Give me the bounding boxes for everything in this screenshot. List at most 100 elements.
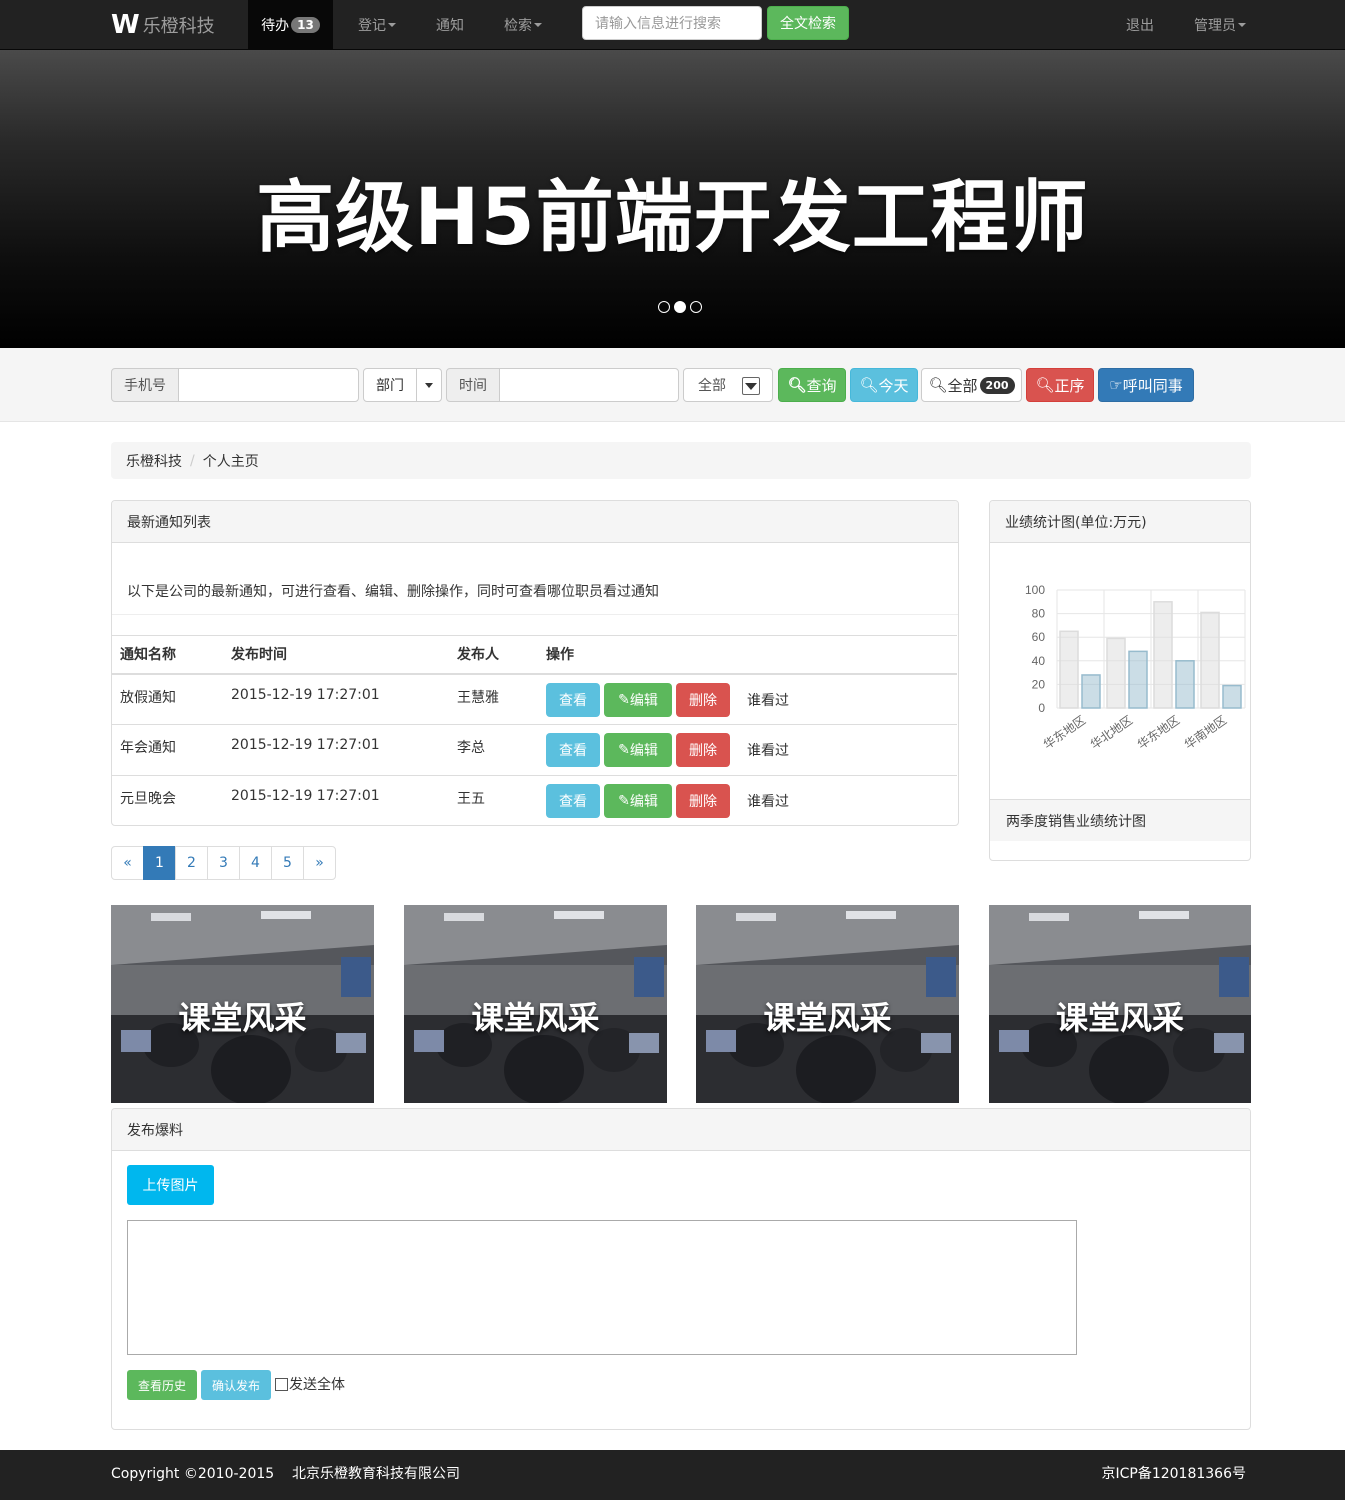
- x-tick-label: 华东地区: [1135, 713, 1182, 752]
- y-tick-label: 0: [1038, 701, 1045, 715]
- bar: [1153, 601, 1173, 709]
- sort-label: 正序: [1054, 376, 1085, 395]
- call-colleague-button[interactable]: ☞ 呼叫同事: [1098, 368, 1194, 402]
- delete-button[interactable]: 删除: [676, 784, 730, 818]
- who-viewed-button[interactable]: 谁看过: [734, 682, 802, 717]
- scope-select[interactable]: 全部: [683, 368, 773, 402]
- chevron-down-icon: [388, 23, 396, 27]
- chart-panel-title: 业绩统计图(单位:万元): [990, 501, 1250, 543]
- hand-point-icon: ☞: [1109, 376, 1123, 394]
- carousel-dot-active[interactable]: [674, 301, 686, 313]
- dept-dropdown-toggle[interactable]: [416, 368, 442, 402]
- delete-button[interactable]: 删除: [676, 733, 730, 767]
- send-all-checkbox[interactable]: [275, 1377, 288, 1391]
- delete-button[interactable]: 删除: [676, 682, 730, 717]
- divider: [112, 614, 958, 615]
- page-2[interactable]: 2: [175, 846, 208, 880]
- edit-label: 编辑: [629, 692, 658, 709]
- who-viewed-button[interactable]: 谁看过: [734, 733, 802, 767]
- dept-button[interactable]: 部门: [363, 368, 417, 402]
- notice-description: 以下是公司的最新通知，可进行查看、编辑、删除操作，同时可查看哪位职员看过通知: [127, 584, 659, 600]
- today-button[interactable]: 🔍︎ 今天: [850, 368, 918, 402]
- search-icon: 🔍︎: [928, 376, 948, 394]
- page-prev[interactable]: «: [111, 846, 144, 880]
- chevron-down-icon: [425, 382, 433, 388]
- phone-label: 手机号: [111, 368, 179, 402]
- chevron-down-icon: [534, 23, 542, 27]
- logout-link[interactable]: 退出: [1126, 0, 1154, 50]
- admin-menu[interactable]: 管理员: [1194, 0, 1246, 50]
- all-button[interactable]: 🔍︎ 全部 200: [921, 368, 1022, 402]
- query-button[interactable]: 🔍︎ 查询: [778, 368, 846, 402]
- edit-button[interactable]: ✎ 编辑: [604, 784, 672, 818]
- breadcrumb-item-current: 个人主页: [202, 453, 259, 470]
- sort-button[interactable]: 🔍︎ 正序: [1026, 368, 1094, 402]
- pencil-icon: ✎: [618, 742, 630, 758]
- pagination: « 1 2 3 4 5 »: [111, 846, 336, 880]
- page-4[interactable]: 4: [239, 846, 272, 880]
- scope-select-value: 全部: [698, 378, 726, 394]
- y-tick-label: 60: [1032, 630, 1046, 644]
- all-count-badge: 200: [979, 376, 1015, 394]
- todo-count-badge: 13: [291, 17, 320, 33]
- global-search-input[interactable]: 请输入信息进行搜索: [582, 6, 762, 40]
- view-button[interactable]: 查看: [546, 733, 600, 767]
- page-1[interactable]: 1: [143, 846, 176, 880]
- logout-label: 退出: [1126, 18, 1154, 34]
- publish-panel-title: 发布爆料: [112, 1109, 1250, 1151]
- phone-input[interactable]: [178, 368, 359, 402]
- who-viewed-button[interactable]: 谁看过: [734, 784, 802, 818]
- all-label: 全部: [947, 376, 978, 395]
- nav-item-search-label: 检索: [504, 18, 532, 34]
- time-input[interactable]: [499, 368, 679, 402]
- fulltext-search-button[interactable]: 全文检索: [767, 6, 849, 40]
- brand[interactable]: W 乐橙科技: [111, 0, 215, 50]
- photo-card[interactable]: 课堂风采: [404, 905, 667, 1103]
- notice-time: 2015-12-19 17:27:01: [223, 775, 449, 827]
- upload-image-button[interactable]: 上传图片: [127, 1165, 214, 1205]
- view-history-button[interactable]: 查看历史: [127, 1370, 197, 1400]
- view-button[interactable]: 查看: [546, 682, 600, 717]
- carousel-dot[interactable]: [658, 301, 670, 313]
- send-all-label: 发送全体: [289, 1377, 345, 1393]
- bar: [1106, 637, 1126, 709]
- edit-button[interactable]: ✎ 编辑: [604, 733, 672, 767]
- breadcrumb: 乐橙科技 / 个人主页: [111, 442, 1251, 479]
- photo-card[interactable]: 课堂风采: [696, 905, 959, 1103]
- bar: [1222, 684, 1242, 709]
- icp-number: 京ICP备120181366号: [1101, 1466, 1246, 1482]
- confirm-publish-button[interactable]: 确认发布: [201, 1370, 271, 1400]
- bar: [1059, 630, 1079, 709]
- pencil-icon: ✎: [618, 691, 630, 708]
- hero-carousel[interactable]: 高级H5前端开发工程师: [0, 50, 1345, 348]
- chevron-down-icon: [1238, 23, 1246, 27]
- logo-icon: W: [111, 10, 140, 40]
- photo-card[interactable]: 课堂风采: [111, 905, 374, 1103]
- page-next[interactable]: »: [303, 846, 336, 880]
- brand-name: 乐橙科技: [142, 16, 215, 37]
- breadcrumb-item-home[interactable]: 乐橙科技: [126, 451, 182, 471]
- chart-panel: 业绩统计图(单位:万元) 0 20 40 60 80 100 华东地区 华北地区 华东地区 华南地…: [989, 500, 1251, 861]
- nav-item-register[interactable]: 登记: [358, 0, 396, 50]
- search-icon: 🔍︎: [859, 376, 879, 394]
- notice-name: 年会通知: [112, 724, 223, 776]
- photo-card[interactable]: 课堂风采: [989, 905, 1251, 1103]
- edit-button[interactable]: ✎ 编辑: [604, 682, 672, 717]
- notice-table: 通知名称 发布时间 发布人 操作 放假通知 2015-12-19 17:27:0…: [112, 635, 957, 827]
- publish-textarea[interactable]: [127, 1220, 1077, 1355]
- photo-caption: 课堂风采: [471, 999, 600, 1037]
- footer-left: Copyright ©2010-2015 北京乐橙教育科技有限公司: [111, 1463, 460, 1483]
- view-button[interactable]: 查看: [546, 784, 600, 818]
- carousel-dot[interactable]: [690, 301, 702, 313]
- edit-label: 编辑: [629, 794, 658, 810]
- top-navbar: W 乐橙科技 待办 13 登记 通知 检索 请输入信息进行搜索 全文检索 退出 …: [0, 0, 1345, 50]
- nav-item-search[interactable]: 检索: [504, 0, 542, 50]
- carousel-indicators: [658, 301, 702, 313]
- page-3[interactable]: 3: [207, 846, 240, 880]
- dept-label: 部门: [376, 378, 404, 394]
- nav-item-todo[interactable]: 待办 13: [248, 0, 333, 50]
- edit-label: 编辑: [629, 743, 658, 759]
- page-5[interactable]: 5: [271, 846, 304, 880]
- nav-item-notice[interactable]: 通知: [436, 0, 464, 50]
- notice-publisher: 李总: [449, 724, 538, 776]
